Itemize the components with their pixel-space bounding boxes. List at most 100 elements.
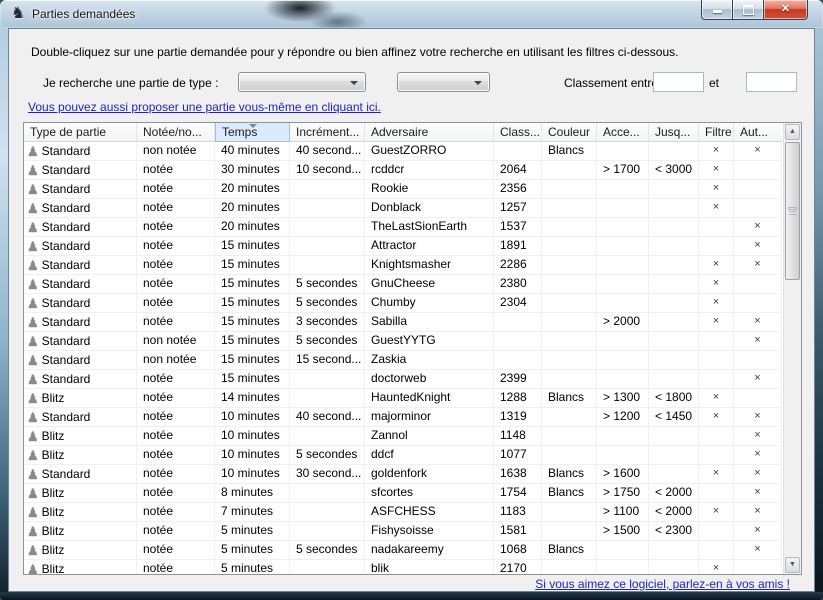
cell-color xyxy=(542,180,597,199)
title-bar[interactable]: ♞ Parties demandées ✕ xyxy=(0,0,823,28)
header-accept[interactable]: Acce... xyxy=(597,123,649,142)
table-row[interactable]: ♟Standard notée 10 minutes 40 second... … xyxy=(24,408,782,427)
cell-rated: notée xyxy=(137,541,215,560)
cell-color xyxy=(542,237,597,256)
table-row[interactable]: ♟Standard notée 15 minutes 5 secondes Gn… xyxy=(24,275,782,294)
cell-increment: 5 secondes xyxy=(290,446,365,465)
chess-piece-icon: ♟ xyxy=(27,354,39,367)
rating-min-input[interactable] xyxy=(653,72,704,92)
cell-color xyxy=(542,446,597,465)
cell-auto: × xyxy=(734,332,782,351)
window-controls: ✕ xyxy=(701,0,808,20)
scrollbar-thumb[interactable] xyxy=(785,142,800,280)
table-row[interactable]: ♟Blitz notée 5 minutes 5 secondes nadaka… xyxy=(24,541,782,560)
table-row[interactable]: ♟Standard non notée 15 minutes 5 seconde… xyxy=(24,332,782,351)
cell-color xyxy=(542,351,597,370)
table-row[interactable]: ♟Standard notée 30 minutes 10 second... … xyxy=(24,161,782,180)
header-auto[interactable]: Aut... xyxy=(734,123,782,142)
window-title: Parties demandées xyxy=(32,7,135,21)
maximize-button[interactable] xyxy=(732,0,764,20)
cell-opponent: HauntedKnight xyxy=(365,389,494,408)
chess-piece-icon: ♟ xyxy=(27,525,39,538)
header-filter[interactable]: Filtre xyxy=(699,123,734,142)
header-type[interactable]: Type de partie xyxy=(24,123,137,142)
cell-rating xyxy=(494,142,542,161)
table-row[interactable]: ♟Blitz notée 8 minutes sfcortes 1754 Bla… xyxy=(24,484,782,503)
table-row[interactable]: ♟Standard notée 15 minutes Attractor 189… xyxy=(24,237,782,256)
share-link[interactable]: Si vous aimez ce logiciel, parlez-en à v… xyxy=(535,577,790,591)
cell-rating: 1148 xyxy=(494,427,542,446)
cell-rating xyxy=(494,332,542,351)
cell-accept: > 1750 xyxy=(597,484,649,503)
table-row[interactable]: ♟Standard non notée 15 minutes 15 second… xyxy=(24,351,782,370)
scroll-down-button[interactable]: ▼ xyxy=(785,557,800,573)
chevron-down-icon xyxy=(350,81,358,85)
cell-opponent: GnuCheese xyxy=(365,275,494,294)
cell-rating xyxy=(494,313,542,332)
minimize-button[interactable] xyxy=(701,0,732,20)
cell-until xyxy=(649,351,699,370)
table-body: ♟Standard non notée 40 minutes 40 second… xyxy=(24,142,782,574)
cell-type: ♟Standard xyxy=(24,180,137,199)
table-row[interactable]: ♟Standard notée 15 minutes 3 secondes Sa… xyxy=(24,313,782,332)
table-row[interactable]: ♟Standard notée 15 minutes doctorweb 239… xyxy=(24,370,782,389)
cell-opponent: GuestYYTG xyxy=(365,332,494,351)
table-row[interactable]: ♟Standard notée 20 minutes Donblack 1257… xyxy=(24,199,782,218)
scroll-up-button[interactable]: ▲ xyxy=(785,124,800,140)
cell-time: 10 minutes xyxy=(215,465,290,484)
cell-increment: 5 secondes xyxy=(290,275,365,294)
game-subtype-select[interactable] xyxy=(397,72,490,92)
chess-piece-icon: ♟ xyxy=(27,202,39,215)
table-row[interactable]: ♟Blitz notée 5 minutes Fishysoisse 1581 … xyxy=(24,522,782,541)
cell-auto: × xyxy=(734,541,782,560)
table-row[interactable]: ♟Standard non notée 40 minutes 40 second… xyxy=(24,142,782,161)
cell-auto xyxy=(734,275,782,294)
cell-until xyxy=(649,313,699,332)
cell-until: < 2300 xyxy=(649,522,699,541)
table-row[interactable]: ♟Blitz notée 14 minutes HauntedKnight 12… xyxy=(24,389,782,408)
cell-accept xyxy=(597,180,649,199)
cell-opponent: Attractor xyxy=(365,237,494,256)
cell-increment: 10 second... xyxy=(290,161,365,180)
header-rated[interactable]: Notée/no... xyxy=(137,123,215,142)
cell-time: 7 minutes xyxy=(215,503,290,522)
table-row[interactable]: ♟Standard notée 15 minutes Knightsmasher… xyxy=(24,256,782,275)
table-row[interactable]: ♟Standard notée 10 minutes 30 second... … xyxy=(24,465,782,484)
cell-type: ♟Standard xyxy=(24,313,137,332)
table-row[interactable]: ♟Standard notée 15 minutes 5 secondes Ch… xyxy=(24,294,782,313)
propose-game-link[interactable]: Vous pouvez aussi proposer une partie vo… xyxy=(28,100,381,114)
chess-piece-icon: ♟ xyxy=(27,506,39,519)
rating-max-input[interactable] xyxy=(746,72,797,92)
cell-until: < 2000 xyxy=(649,503,699,522)
table-header: Type de partie Notée/no... Temps Incréme… xyxy=(24,123,782,142)
cell-auto xyxy=(734,294,782,313)
vertical-scrollbar[interactable]: ▲ ▼ xyxy=(783,123,801,574)
table-row[interactable]: ♟Blitz notée 10 minutes Zannol 1148 × xyxy=(24,427,782,446)
table-row[interactable]: ♟Blitz notée 5 minutes blik 2170 × xyxy=(24,560,782,574)
table-row[interactable]: ♟Blitz notée 7 minutes ASFCHESS 1183 > 1… xyxy=(24,503,782,522)
game-type-select[interactable] xyxy=(238,72,366,92)
sort-descending-icon xyxy=(249,124,257,128)
header-rating[interactable]: Class... xyxy=(494,123,542,142)
header-time-sorted[interactable]: Temps xyxy=(215,123,290,142)
table-row[interactable]: ♟Standard notée 20 minutes Rookie 2356 × xyxy=(24,180,782,199)
cell-filter: × xyxy=(699,275,734,294)
cell-rated: notée xyxy=(137,560,215,574)
cell-type: ♟Blitz xyxy=(24,427,137,446)
cell-color: Blancs xyxy=(542,541,597,560)
table-row[interactable]: ♟Standard notée 20 minutes TheLastSionEa… xyxy=(24,218,782,237)
cell-opponent: Rookie xyxy=(365,180,494,199)
close-button[interactable]: ✕ xyxy=(764,0,808,20)
chess-piece-icon: ♟ xyxy=(27,544,39,557)
cell-type: ♟Standard xyxy=(24,161,137,180)
header-until[interactable]: Jusq... xyxy=(649,123,699,142)
cell-time: 20 minutes xyxy=(215,180,290,199)
table-row[interactable]: ♟Blitz notée 10 minutes 5 secondes ddcf … xyxy=(24,446,782,465)
header-opponent[interactable]: Adversaire xyxy=(365,123,494,142)
header-increment[interactable]: Incrément... xyxy=(290,123,365,142)
cell-rating: 1581 xyxy=(494,522,542,541)
cell-opponent: Donblack xyxy=(365,199,494,218)
header-color[interactable]: Couleur xyxy=(542,123,597,142)
window-border-bottom xyxy=(0,592,823,600)
cell-increment: 30 second... xyxy=(290,465,365,484)
